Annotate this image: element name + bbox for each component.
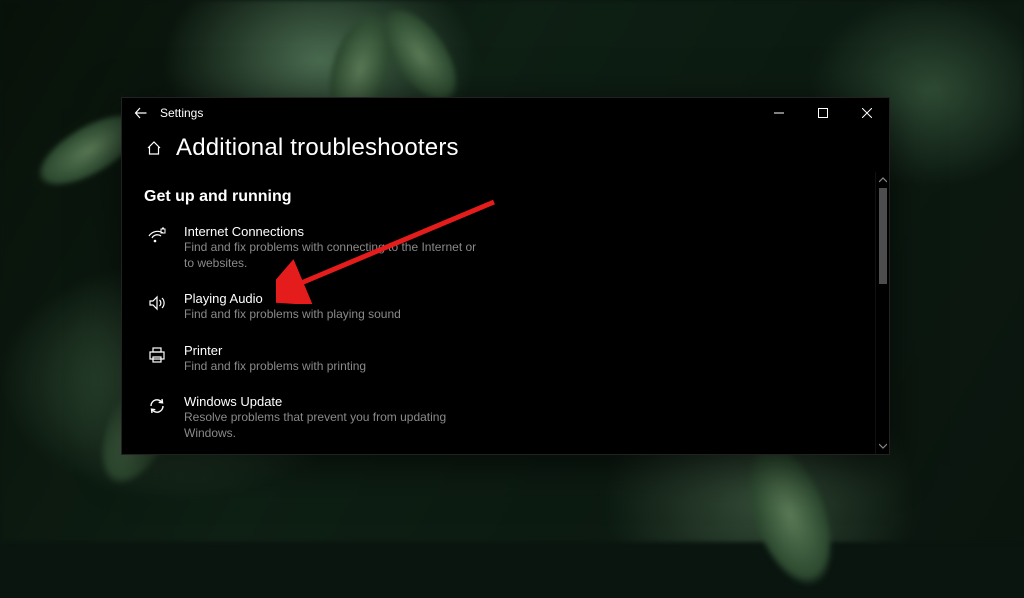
close-button[interactable] xyxy=(845,98,889,128)
item-desc: Find and fix problems with connecting to… xyxy=(184,239,484,271)
scroll-down-button[interactable] xyxy=(878,440,888,452)
home-icon xyxy=(146,140,162,156)
item-body: Internet Connections Find and fix proble… xyxy=(184,224,853,271)
chevron-down-icon xyxy=(879,443,887,449)
troubleshooter-playing-audio[interactable]: Playing Audio Find and fix problems with… xyxy=(144,285,853,336)
item-desc: Find and fix problems with printing xyxy=(184,358,484,374)
item-body: Playing Audio Find and fix problems with… xyxy=(184,291,853,322)
scroll-thumb[interactable] xyxy=(879,188,887,284)
troubleshooter-printer[interactable]: Printer Find and fix problems with print… xyxy=(144,337,853,388)
printer-icon xyxy=(144,343,170,374)
content: Get up and running Internet Connections … xyxy=(122,172,875,454)
window-controls xyxy=(757,98,889,128)
minimize-icon xyxy=(774,108,784,118)
item-title: Windows Update xyxy=(184,394,853,409)
scroll-up-button[interactable] xyxy=(878,174,888,186)
item-title: Playing Audio xyxy=(184,291,853,306)
wifi-icon xyxy=(144,224,170,271)
item-desc: Find and fix problems with playing sound xyxy=(184,306,484,322)
troubleshooter-internet-connections[interactable]: Internet Connections Find and fix proble… xyxy=(144,218,853,285)
item-title: Printer xyxy=(184,343,853,358)
window-title: Settings xyxy=(160,106,203,120)
item-body: Windows Update Resolve problems that pre… xyxy=(184,394,853,441)
chevron-up-icon xyxy=(879,177,887,183)
troubleshooter-windows-update[interactable]: Windows Update Resolve problems that pre… xyxy=(144,388,853,454)
maximize-icon xyxy=(818,108,828,118)
arrow-left-icon xyxy=(134,106,148,120)
speaker-icon xyxy=(144,291,170,322)
item-title: Internet Connections xyxy=(184,224,853,239)
home-button[interactable] xyxy=(146,140,162,156)
item-desc: Resolve problems that prevent you from u… xyxy=(184,409,484,441)
back-button[interactable] xyxy=(122,106,160,120)
page-header: Additional troubleshooters xyxy=(122,128,889,172)
page-title: Additional troubleshooters xyxy=(176,134,459,162)
minimize-button[interactable] xyxy=(757,98,801,128)
content-area: Get up and running Internet Connections … xyxy=(122,172,889,454)
titlebar: Settings xyxy=(122,98,889,128)
section-get-up-heading: Get up and running xyxy=(144,188,853,206)
item-body: Printer Find and fix problems with print… xyxy=(184,343,853,374)
maximize-button[interactable] xyxy=(801,98,845,128)
settings-window: Settings Additional troubleshooters Get … xyxy=(121,97,890,455)
scrollbar[interactable] xyxy=(875,172,889,454)
close-icon xyxy=(862,108,872,118)
update-icon xyxy=(144,394,170,441)
